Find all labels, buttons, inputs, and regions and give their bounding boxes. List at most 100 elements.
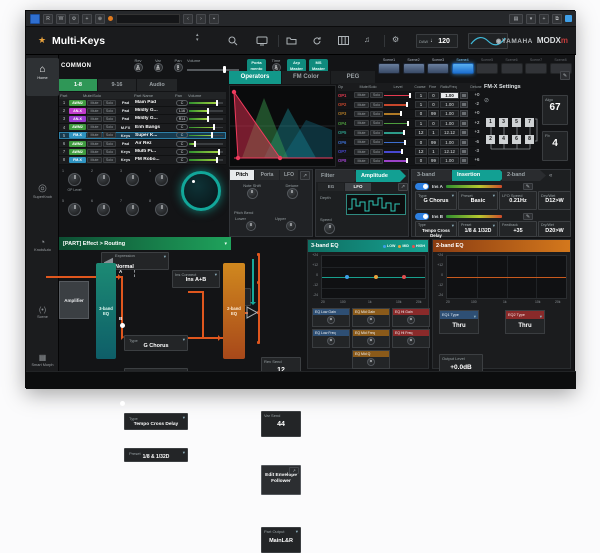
op-display-badge[interactable] [460,92,468,99]
tab-porta[interactable]: Porta [255,170,279,180]
op-fine-value[interactable]: 1 [428,129,439,136]
volume-slider[interactable] [189,115,223,122]
tab-parts-1-8[interactable]: 1-8 [59,79,97,91]
pan-knob[interactable]: L16 [176,108,188,114]
routing-header[interactable]: [PART] Effect > Routing ▾ [59,237,231,250]
lfo-depth-knob[interactable] [324,223,335,234]
op-solo-button[interactable]: Solo [370,158,383,164]
volume-slider[interactable] [189,148,223,155]
eq2-type-select[interactable]: EQ2 Type▾ Thru [505,310,545,334]
mute-button[interactable]: Mute [87,157,102,163]
tab-operators[interactable]: Operators [229,71,281,84]
keyboard-grid-icon[interactable] [338,36,349,48]
settings-gear-icon[interactable]: ⚙ [392,35,399,45]
volume-slider[interactable] [189,99,223,106]
eq-knob-box[interactable]: EQ Hi Gain [392,308,430,327]
eq-knob[interactable] [327,337,335,345]
eq-knob-box[interactable]: EQ Low Freq [312,329,350,348]
assignable-knob[interactable] [155,173,168,186]
eq-knob[interactable] [367,337,375,345]
op-mute-button[interactable]: Mute [354,130,369,136]
mute-button[interactable]: Mute [87,141,102,147]
music-notes-icon[interactable]: ♫ [364,35,370,45]
eq2-graph[interactable] [446,255,567,299]
jump-icon[interactable]: ↗ [398,183,408,191]
assignable-knob[interactable] [126,173,139,186]
algorithm-box[interactable]: Algo 67 [542,95,568,125]
op-ratio-value[interactable]: 12.12 [440,129,459,136]
op-display-badge[interactable] [460,148,468,155]
pan-knob[interactable]: C [176,157,188,163]
solo-button[interactable]: Solo [103,132,116,138]
solo-button[interactable]: Solo [103,141,116,147]
op-level-slider[interactable] [384,139,414,145]
mute-button[interactable]: Mute [87,132,102,138]
operator-row[interactable]: OP8 Mute Solo 0 99 1.00 +6 [338,157,476,166]
part-name[interactable]: Main Pad [135,100,175,105]
tab-amplitude[interactable]: Amplitude [356,170,406,182]
volume-slider[interactable] [189,107,223,114]
eq-knob-box[interactable]: EQ Mid Gain [352,308,390,327]
op-display-badge[interactable] [460,157,468,164]
op-coarse-value[interactable]: 1 [415,120,427,127]
op-mute-button[interactable]: Mute [354,149,369,155]
tab-parts-9-16[interactable]: 9-16 [98,79,136,91]
op-display-badge[interactable] [460,139,468,146]
scene-pad[interactable] [427,63,449,74]
pitch-bend-lower[interactable]: Lower [233,216,271,236]
routing-a-type[interactable]: TypeG Chorus▾ [124,335,188,351]
routing-target-icon[interactable]: ⊕ [95,14,105,24]
sidebar-item-home[interactable]: ⌂Home [26,58,59,96]
ins-b-drywet[interactable]: Dry/WetD20>W [538,221,571,237]
pan-knob[interactable]: C [176,124,188,130]
tab-eg[interactable]: EG [318,183,344,191]
solo-button[interactable]: Solo [103,100,116,106]
op-fine-value[interactable]: 99 [428,110,439,117]
op-mute-button[interactable]: Mute [354,158,369,164]
midi-keyboard-icon[interactable]: ▤ [509,14,523,24]
part-name[interactable]: Air Rez [135,141,175,146]
assignable-knob[interactable] [97,203,110,216]
ins-b-type[interactable]: TypeTempo Cross Delay▾ [415,221,457,237]
monitor-icon[interactable] [256,36,268,49]
preset-menu-icon[interactable]: ▪ [209,14,219,24]
gear-icon[interactable]: ⚙ [69,14,79,24]
part-row[interactable]: 4 AWM2 Mute Solo M.FX Enh Bangs C [59,124,226,132]
operator-row[interactable]: OP6 Mute Solo 0 99 1.00 -6 [338,138,476,147]
op-ratio-value[interactable]: 1.00 [440,157,459,164]
preset-prev-icon[interactable]: ‹ [183,14,193,24]
pan-knob[interactable]: C [176,141,188,147]
add-icon[interactable]: + [539,14,549,24]
ins-connect-select[interactable]: Ins ConnectIns A+B▾ [172,270,220,288]
part-row[interactable]: 5 FM-X Mute Solo Keys Super K... C [59,132,226,140]
scene-pad[interactable] [403,63,425,74]
volume-slider[interactable] [189,140,223,147]
edit-icon[interactable]: ✎ [523,183,533,190]
op-coarse-value[interactable]: 1 [415,101,427,108]
read-automation-button[interactable]: R [43,14,53,24]
eq2-routing-block[interactable]: 2-band EQ [223,263,245,359]
tempo-value[interactable]: 120 [438,38,450,45]
add-icon[interactable]: + [82,14,92,24]
pan-knob[interactable]: C [176,132,188,138]
scene-button[interactable]: Scene1 [378,57,400,74]
op-ratio-value[interactable]: 12.12 [440,148,459,155]
operator-row[interactable]: OP7 Mute Solo 12 1 12.12 -3 [338,147,476,156]
part-name[interactable]: Mildly G... [135,116,175,121]
pan-knob[interactable]: C [176,100,188,106]
op-solo-button[interactable]: Solo [370,111,383,117]
collapse-icon[interactable]: « [549,173,552,179]
tab-3band[interactable]: 3-band [412,170,456,181]
refresh-icon[interactable] [312,36,322,49]
scene-button[interactable]: Scene3 [427,57,449,74]
common-knob[interactable]: 50 [154,63,163,72]
ins-a-drywet[interactable]: Dry/WetD12>W [538,191,571,210]
tab-insertion[interactable]: Insertion [452,170,506,181]
operator-row[interactable]: OP3 Mute Solo 0 99 1.00 +0 [338,110,476,119]
op-coarse-value[interactable]: 0 [415,110,427,117]
link-icon[interactable]: ⧉ [552,14,562,24]
pan-knob[interactable]: C [176,149,188,155]
fm-color-visualization[interactable] [229,85,336,167]
ins-b-toggle[interactable] [415,213,429,220]
op-mute-button[interactable]: Mute [354,92,369,98]
